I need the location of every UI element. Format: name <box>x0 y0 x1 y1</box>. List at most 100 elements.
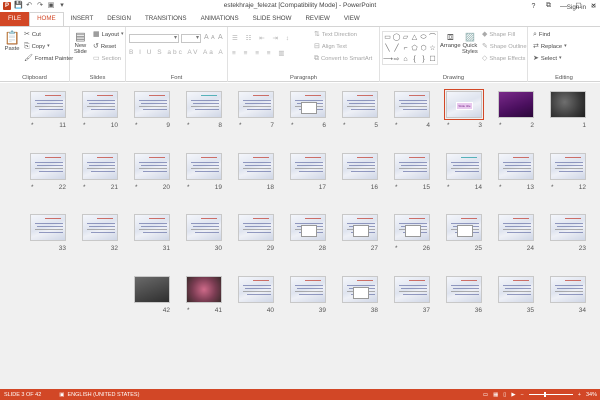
alignment-buttons[interactable]: ≡ ≡ ≡ ≡ ▥ <box>232 49 288 57</box>
tab-home[interactable]: HOME <box>29 12 64 26</box>
transition-star-icon[interactable]: * <box>31 122 34 129</box>
slide-thumbnail[interactable] <box>550 214 586 241</box>
reset-button[interactable]: ↺ Reset <box>93 43 116 50</box>
slide-thumbnail[interactable] <box>134 276 170 303</box>
shape-option[interactable]: ⬡ <box>419 43 428 54</box>
shape-option[interactable]: ▭ <box>383 32 392 43</box>
slide-thumbnail[interactable] <box>342 276 378 303</box>
font-size-combo[interactable] <box>181 34 201 43</box>
transition-star-icon[interactable]: * <box>395 122 398 129</box>
slide-thumbnail[interactable] <box>134 153 170 180</box>
transition-star-icon[interactable]: * <box>135 122 138 129</box>
copy-button[interactable]: ⎘ Copy ▾ <box>24 43 50 50</box>
clear-formatting-button[interactable]: A <box>218 34 223 41</box>
font-name-combo[interactable] <box>129 34 179 43</box>
align-text-button[interactable]: ⊟ Align Text <box>314 43 347 50</box>
slide-thumbnail[interactable] <box>446 276 482 303</box>
ribbon-display-icon[interactable]: ⧉ <box>544 2 553 10</box>
slide-thumbnail[interactable] <box>446 153 482 180</box>
slide-thumbnail[interactable] <box>290 153 326 180</box>
shapes-gallery[interactable]: ▭ ◯ ▱ △ ⬭ ⌒ ╲ ╱ ⌐ ⬠ ⬡ ☆ ⟶ ⇨ ⌂{} ☐ <box>382 31 438 65</box>
slide-thumbnail[interactable] <box>186 276 222 303</box>
shape-effects-button[interactable]: ◇ Shape Effects <box>482 55 525 62</box>
transition-star-icon[interactable]: * <box>551 184 554 191</box>
slide-thumbnail[interactable] <box>342 153 378 180</box>
slide-thumbnail[interactable] <box>446 214 482 241</box>
transition-star-icon[interactable]: * <box>447 184 450 191</box>
shape-option[interactable]: ⬠ <box>410 43 419 54</box>
quick-styles-button[interactable]: ▨ Quick Styles <box>462 31 478 55</box>
slide-thumbnail[interactable] <box>134 214 170 241</box>
slide-sorter-view-icon[interactable]: ▦ <box>493 392 498 398</box>
tab-slide-show[interactable]: SLIDE SHOW <box>246 12 299 26</box>
replace-button[interactable]: ⇄ Replace ▾ <box>533 43 567 50</box>
transition-star-icon[interactable]: * <box>343 122 346 129</box>
transition-star-icon[interactable]: * <box>499 122 502 129</box>
zoom-slider[interactable] <box>528 392 573 397</box>
feedback-smiley-icon[interactable]: ☺ <box>590 3 597 10</box>
shape-option[interactable]: ◯ <box>392 32 401 43</box>
shape-option[interactable]: ⌂ <box>401 54 410 65</box>
shape-option[interactable]: △ <box>410 32 419 43</box>
slide-thumbnail[interactable] <box>290 91 326 118</box>
slide-thumbnail[interactable] <box>30 91 66 118</box>
transition-star-icon[interactable]: * <box>447 122 450 129</box>
language-indicator[interactable]: ▣ ENGLISH (UNITED STATES) <box>59 392 139 398</box>
cut-button[interactable]: ✂ Cut <box>24 31 41 38</box>
slide-thumbnail[interactable] <box>498 214 534 241</box>
slide-thumbnail[interactable] <box>290 214 326 241</box>
decrease-font-button[interactable]: A <box>211 35 215 41</box>
shape-option[interactable]: ╲ <box>383 43 392 54</box>
slide-thumbnail[interactable] <box>238 276 274 303</box>
normal-view-icon[interactable]: ▭ <box>483 392 488 398</box>
shape-option[interactable]: ⬭ <box>419 32 428 43</box>
sign-in-link[interactable]: Sign in <box>567 4 586 11</box>
tab-transitions[interactable]: TRANSITIONS <box>138 12 194 26</box>
paste-button[interactable]: 📋 Paste <box>4 31 20 53</box>
font-format-buttons[interactable]: B I U S abc AV Aa A <box>129 49 225 56</box>
transition-star-icon[interactable]: * <box>395 184 398 191</box>
slide-thumbnail[interactable] <box>550 153 586 180</box>
slide-thumbnail[interactable] <box>82 153 118 180</box>
zoom-slider-thumb[interactable] <box>543 392 546 397</box>
convert-smartart-button[interactable]: ⧉ Convert to SmartArt <box>314 55 372 62</box>
slide-thumbnail[interactable] <box>394 214 430 241</box>
slide-thumbnail[interactable] <box>82 91 118 118</box>
section-button[interactable]: ▭ Section <box>93 55 121 62</box>
transition-star-icon[interactable]: * <box>187 122 190 129</box>
shape-option[interactable]: ☐ <box>428 54 437 65</box>
shape-option[interactable]: ☆ <box>428 43 437 54</box>
shape-option[interactable]: ⌒ <box>428 32 437 43</box>
transition-star-icon[interactable]: * <box>187 307 190 314</box>
select-button[interactable]: ➤ Select ▾ <box>533 55 562 62</box>
find-button[interactable]: ⌕ Find <box>533 31 550 38</box>
new-slide-button[interactable]: ▤ New Slide <box>74 31 87 55</box>
text-direction-button[interactable]: ⇅ Text Direction <box>314 31 357 38</box>
tab-file[interactable]: FILE <box>0 12 30 26</box>
slide-thumbnail[interactable] <box>550 91 586 118</box>
list-buttons[interactable]: ☰ ☷ ⇤ ⇥ ↕ <box>232 34 292 42</box>
transition-star-icon[interactable]: * <box>291 122 294 129</box>
slide-thumbnail[interactable] <box>394 276 430 303</box>
transition-star-icon[interactable]: * <box>83 184 86 191</box>
slide-thumbnail[interactable] <box>186 91 222 118</box>
shape-option[interactable]: ⌐ <box>401 43 410 54</box>
shape-outline-button[interactable]: ✎ Shape Outline <box>482 43 527 50</box>
slide-thumbnail[interactable] <box>30 214 66 241</box>
shape-option[interactable]: ╱ <box>392 43 401 54</box>
slide-thumbnail[interactable] <box>498 91 534 118</box>
slide-thumbnail[interactable] <box>186 153 222 180</box>
transition-star-icon[interactable]: * <box>239 122 242 129</box>
slide-thumbnail[interactable] <box>238 153 274 180</box>
shape-option[interactable]: } <box>419 54 428 65</box>
tab-review[interactable]: REVIEW <box>298 12 336 26</box>
slide-thumbnail[interactable] <box>238 214 274 241</box>
tab-insert[interactable]: INSERT <box>64 12 101 26</box>
transition-star-icon[interactable]: * <box>83 122 86 129</box>
shape-option[interactable]: ⇨ <box>392 54 401 65</box>
slide-sorter[interactable]: 1 2 * Slide title 3 * 4 * 5 * 6 * 7 * 8 * 9 * 10 * 11 * 12 * 13 *… <box>0 83 600 389</box>
zoom-in-button[interactable]: + <box>578 392 581 398</box>
transition-star-icon[interactable]: * <box>31 184 34 191</box>
shape-fill-button[interactable]: ◆ Shape Fill <box>482 31 515 38</box>
reading-view-icon[interactable]: ▯ <box>503 392 506 398</box>
